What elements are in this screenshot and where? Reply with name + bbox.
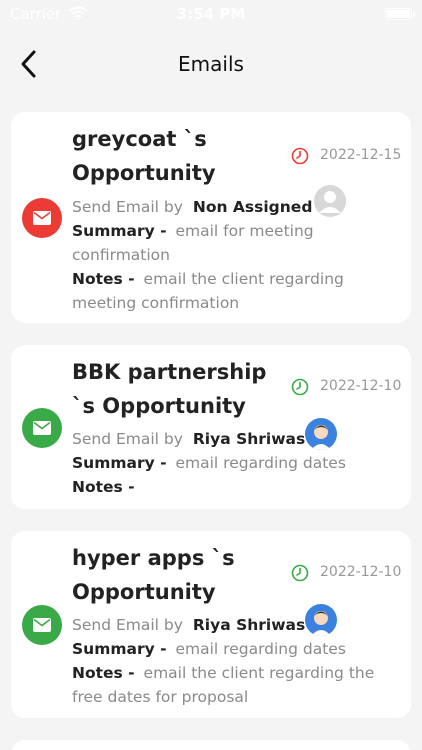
summary-row: Summary - email regarding dates: [72, 637, 402, 661]
assignee-name: Riya Shriwas: [192, 616, 306, 634]
user-avatar-icon: [305, 418, 337, 450]
email-card[interactable]: [11, 740, 411, 750]
send-prefix: Send Email by: [72, 430, 183, 448]
clock-icon: [291, 378, 309, 396]
mail-icon: [22, 605, 62, 645]
nav-bar: Emails: [0, 40, 422, 90]
date-text: 2022-12-10: [320, 378, 402, 394]
date-text: 2022-12-15: [320, 147, 402, 163]
clock-icon: [291, 147, 309, 165]
clock-icon: [291, 564, 309, 582]
status-time: 3:54 PM: [176, 5, 246, 23]
notes-label: Notes -: [72, 478, 135, 496]
notes-label: Notes -: [72, 270, 135, 288]
summary-label: Summary -: [72, 222, 167, 240]
assignee-name: Riya Shriwas: [192, 430, 306, 448]
send-row: Send Email by Riya Shriwas: [72, 427, 305, 451]
user-avatar-icon: [305, 604, 337, 636]
email-card[interactable]: hyper apps `s Opportunity 2022-12-10 Sen…: [11, 531, 411, 718]
mail-icon: [22, 198, 62, 238]
summary-text: email regarding dates: [175, 640, 346, 658]
send-row: Send Email by Non Assigned: [72, 195, 312, 219]
card-title: greycoat `s Opportunity: [72, 127, 216, 185]
send-prefix: Send Email by: [72, 616, 183, 634]
notes-row: Notes - email the client regarding the f…: [72, 661, 402, 709]
card-title: BBK partnership `s Opportunity: [72, 360, 267, 418]
summary-label: Summary -: [72, 454, 167, 472]
email-card[interactable]: BBK partnership `s Opportunity 2022-12-1…: [11, 345, 411, 509]
notes-row: Notes -: [72, 475, 402, 499]
notes-label: Notes -: [72, 664, 135, 682]
send-row: Send Email by Riya Shriwas: [72, 613, 305, 637]
date-text: 2022-12-10: [320, 564, 402, 580]
card-title: hyper apps `s Opportunity: [72, 546, 235, 604]
status-bar: Carrier 3:54 PM: [0, 0, 422, 30]
summary-row: Summary - email regarding dates: [72, 451, 402, 475]
email-card[interactable]: greycoat `s Opportunity 2022-12-15 Send …: [11, 112, 411, 323]
page-title: Emails: [178, 52, 244, 76]
battery-icon: [385, 8, 415, 20]
notes-row: Notes - email the client regarding meeti…: [72, 267, 402, 315]
default-avatar-icon: [314, 185, 346, 217]
assignee-name: Non Assigned: [192, 198, 313, 216]
summary-text: email regarding dates: [175, 454, 346, 472]
send-prefix: Send Email by: [72, 198, 183, 216]
summary-label: Summary -: [72, 640, 167, 658]
mail-icon: [22, 408, 62, 448]
summary-row: Summary - email for meeting confirmation: [72, 219, 402, 267]
